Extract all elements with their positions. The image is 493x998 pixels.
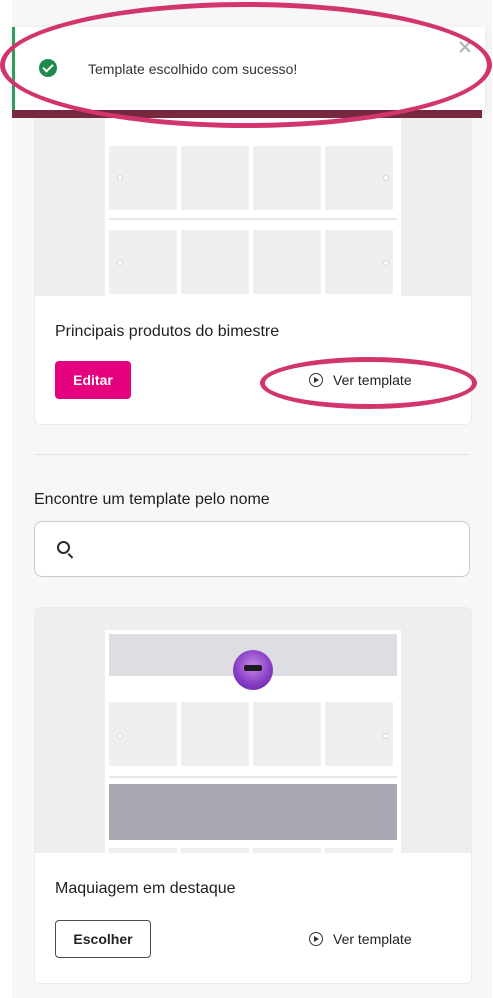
toast-message: Template escolhido com sucesso! — [88, 61, 298, 77]
product-cell — [253, 230, 321, 294]
search-field[interactable] — [34, 521, 470, 578]
template-card-principais: Principais produtos do bimestre Editar V… — [34, 80, 472, 425]
view-template-label: Ver template — [333, 931, 412, 947]
product-cell — [253, 146, 321, 210]
product-cell — [253, 848, 321, 853]
product-cell — [181, 230, 249, 294]
product-cell — [325, 848, 393, 853]
carousel-dot — [117, 175, 123, 181]
product-cell — [181, 146, 249, 210]
sheet-divider — [109, 218, 397, 220]
sheet-divider — [109, 776, 397, 778]
view-template-link[interactable]: Ver template — [309, 372, 412, 388]
template-preview — [35, 608, 471, 853]
search-input[interactable] — [83, 522, 457, 578]
template-card-maquiagem: Maquiagem em destaque Escolher Ver templ… — [34, 607, 472, 984]
choose-button[interactable]: Escolher — [55, 920, 151, 958]
carousel-dot — [383, 175, 389, 181]
section-divider — [34, 454, 470, 455]
play-circle-icon — [309, 373, 323, 387]
close-icon[interactable] — [457, 39, 473, 55]
card-title: Principais produtos do bimestre — [55, 323, 280, 340]
card-title: Maquiagem em destaque — [55, 880, 236, 897]
product-cell — [181, 848, 249, 853]
carousel-dot — [117, 733, 123, 739]
carousel-dot — [383, 260, 389, 266]
search-icon — [57, 541, 70, 554]
edit-button[interactable]: Editar — [55, 361, 131, 399]
view-template-label: Ver template — [333, 372, 412, 388]
product-cell — [109, 848, 177, 853]
carousel-dot — [117, 260, 123, 266]
highlight-banner — [109, 784, 397, 840]
avatar — [233, 650, 273, 690]
product-cell — [181, 702, 249, 766]
check-circle-icon — [39, 59, 57, 77]
search-label: Encontre um template pelo nome — [34, 491, 270, 508]
product-cell — [253, 702, 321, 766]
view-template-link[interactable]: Ver template — [309, 931, 412, 947]
template-sheet — [105, 630, 401, 853]
toast-shadow-strip — [12, 110, 482, 118]
carousel-dot — [383, 733, 389, 739]
success-toast: Template escolhido com sucesso! — [12, 27, 485, 110]
play-circle-icon — [309, 932, 323, 946]
